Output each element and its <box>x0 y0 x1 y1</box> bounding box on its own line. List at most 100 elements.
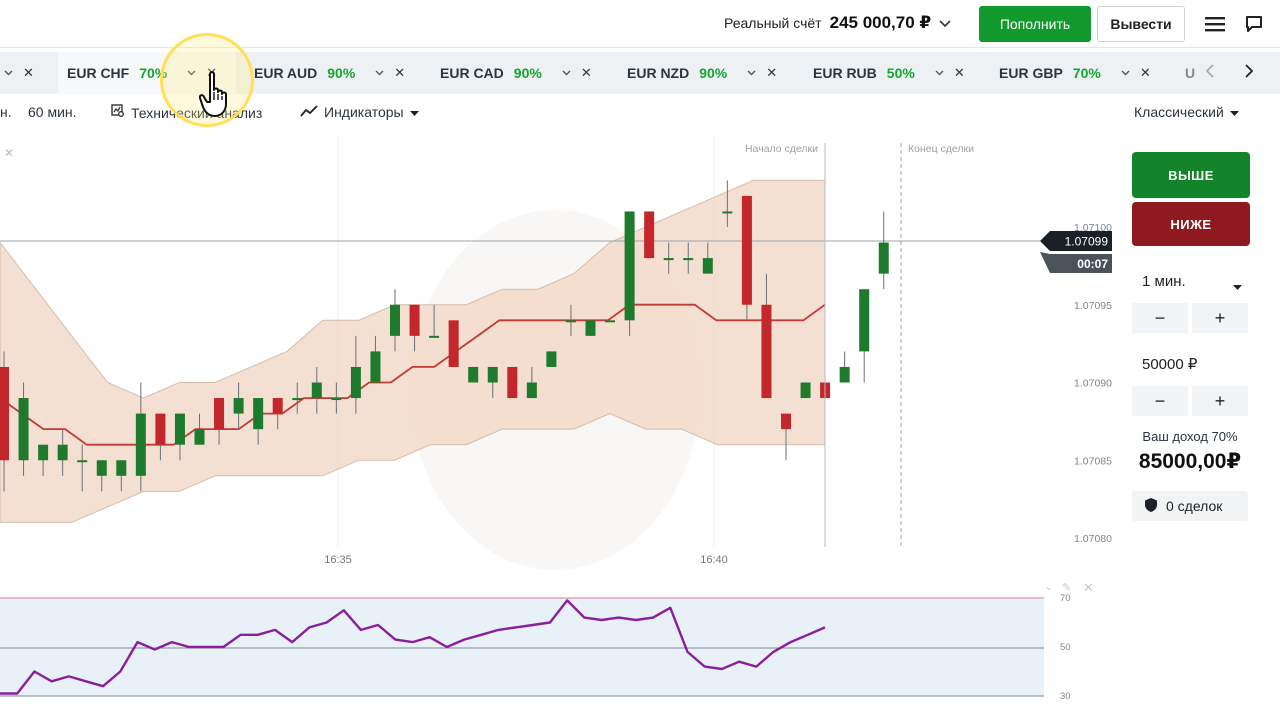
account-type-label: Реальный счёт <box>724 15 822 31</box>
top-bar: Реальный счёт 245 000,70 ₽ Пополнить Выв… <box>0 0 1280 48</box>
amount-stepper: − + <box>1132 386 1248 416</box>
y-tick-label: 1.07080 <box>1074 533 1112 545</box>
amount-input[interactable]: 50000 ₽ <box>1132 349 1248 379</box>
amount-plus-button[interactable]: + <box>1192 386 1248 416</box>
timeframe-partial[interactable]: н. <box>0 104 12 120</box>
tab-name: EUR AUD <box>254 65 318 81</box>
candle-body <box>0 366 9 461</box>
tab-payout: 90% <box>699 65 728 81</box>
candle-body <box>272 398 283 414</box>
close-icon[interactable]: ✕ <box>766 65 777 81</box>
tab-payout: 70% <box>139 65 168 81</box>
rsi-indicator[interactable]: 70 50 30 ⌄ ✎ ✕ <box>0 578 1120 720</box>
amount-minus-button[interactable]: − <box>1132 386 1188 416</box>
candle-body <box>585 320 596 336</box>
chevron-down-icon[interactable] <box>187 67 196 79</box>
trade-end-label: Конец сделки <box>908 143 974 155</box>
chevron-down-icon[interactable] <box>562 67 571 79</box>
y-tick-label: 1.07095 <box>1074 300 1112 312</box>
income-label: Ваш доход 70% <box>1142 429 1238 444</box>
candle-body <box>214 398 225 430</box>
pencil-icon[interactable]: ✎ <box>1062 581 1071 594</box>
withdraw-button[interactable]: Вывести <box>1097 6 1185 42</box>
trade-start-label: Начало сделки <box>745 143 818 155</box>
chevron-down-icon <box>4 67 13 79</box>
higher-button[interactable]: ВЫШЕ <box>1132 152 1250 198</box>
candle-body <box>311 382 322 399</box>
candle-body <box>722 211 733 214</box>
candle-body <box>702 258 713 274</box>
candle-body <box>253 398 264 430</box>
duration-value: 1 мин. <box>1142 272 1186 290</box>
duration-plus-button[interactable]: + <box>1192 303 1248 333</box>
chevron-down-icon[interactable] <box>1121 67 1130 79</box>
candle-body <box>409 304 420 336</box>
duration-minus-button[interactable]: − <box>1132 303 1188 333</box>
candle-body <box>350 366 361 399</box>
candle-body <box>174 413 185 445</box>
candle-body <box>135 413 146 476</box>
candle-body <box>38 444 49 461</box>
account-balance: 245 000,70 ₽ <box>829 13 932 32</box>
tab-eur-chf[interactable]: EUR CHF 70% ✕ <box>58 52 236 94</box>
technical-analysis-button[interactable]: Технический анализ <box>111 104 262 121</box>
tab-name: EUR CAD <box>440 65 504 81</box>
candle-body <box>663 258 674 261</box>
timeframe-selector[interactable]: 60 мин. <box>28 104 77 120</box>
tab-payout: 50% <box>886 65 915 81</box>
duration-select[interactable]: 1 мин. <box>1132 266 1248 296</box>
tab-eur-rub[interactable]: EUR RUB 50% ✕ <box>813 52 965 94</box>
close-icon[interactable]: ✕ <box>23 65 34 81</box>
candle-body <box>155 413 166 445</box>
tab-eur-nzd[interactable]: EUR NZD 90% ✕ <box>627 52 777 94</box>
candle-body <box>605 320 616 323</box>
close-icon[interactable]: ✕ <box>4 146 14 160</box>
income-value: 85000,00₽ <box>1138 450 1242 473</box>
account-selector[interactable]: Реальный счёт 245 000,70 ₽ <box>724 13 951 33</box>
tab-partial-close[interactable]: ✕ <box>0 52 34 94</box>
tab-name: EUR CHF <box>67 65 130 81</box>
chart-toolbar: н. 60 мин. Технический анализ Индикаторы… <box>0 96 1280 132</box>
chevron-left-icon[interactable] <box>1205 62 1215 83</box>
candle-body <box>96 460 107 476</box>
chat-icon[interactable] <box>1242 12 1266 36</box>
price-chart[interactable]: Начало сделки Конец сделки 1.071001.0709… <box>0 135 1120 575</box>
deals-label: 0 сделок <box>1166 498 1223 514</box>
close-icon[interactable]: ✕ <box>394 65 405 81</box>
candle-body <box>839 366 850 383</box>
tab-payout: 70% <box>1072 65 1101 81</box>
rsi-panel-bg <box>0 598 1044 696</box>
close-icon[interactable]: ✕ <box>206 65 217 81</box>
chevron-right-icon[interactable] <box>1244 62 1254 83</box>
trading-app: Реальный счёт 245 000,70 ₽ Пополнить Выв… <box>0 0 1280 720</box>
deals-button[interactable]: 0 сделок <box>1132 491 1248 521</box>
technical-analysis-label: Технический анализ <box>131 104 263 121</box>
amount-value: 50000 ₽ <box>1142 356 1198 373</box>
indicators-button[interactable]: Индикаторы <box>300 104 419 120</box>
tab-eur-cad[interactable]: EUR CAD 90% ✕ <box>440 52 592 94</box>
close-icon[interactable]: ✕ <box>1140 65 1151 81</box>
close-icon[interactable]: ✕ <box>581 65 592 81</box>
candle-body <box>57 444 68 461</box>
tab-eur-gbp[interactable]: EUR GBP 70% ✕ <box>999 52 1151 94</box>
close-icon[interactable]: ✕ <box>954 65 965 81</box>
tab-payout: 90% <box>513 65 542 81</box>
tab-partial[interactable]: U <box>1185 52 1195 94</box>
chart-view-selector[interactable]: Классический <box>1134 104 1239 120</box>
lower-button[interactable]: НИЖЕ <box>1132 202 1250 246</box>
chevron-down-icon[interactable] <box>375 67 384 79</box>
candle-body <box>292 398 303 401</box>
indicators-icon <box>300 104 318 120</box>
deposit-button[interactable]: Пополнить <box>979 6 1091 42</box>
tab-name: U <box>1185 65 1196 81</box>
close-icon[interactable]: ✕ <box>1083 581 1094 596</box>
tab-eur-aud[interactable]: EUR AUD 90% ✕ <box>254 52 405 94</box>
caret-down-icon <box>1233 278 1242 295</box>
chevron-down-icon[interactable] <box>747 67 756 79</box>
chevron-down-icon[interactable]: ⌄ <box>1044 580 1053 593</box>
candle-body <box>683 258 694 261</box>
candle-body <box>448 320 459 367</box>
candle-body <box>507 366 518 399</box>
chevron-down-icon[interactable] <box>935 67 944 79</box>
menu-icon[interactable] <box>1203 12 1227 36</box>
